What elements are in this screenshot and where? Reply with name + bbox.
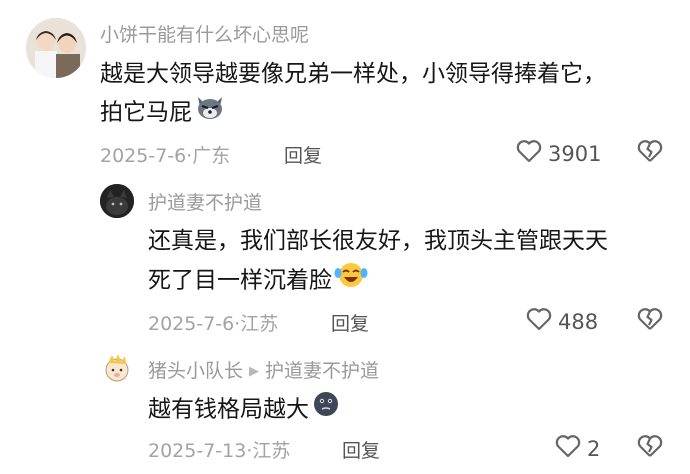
reply-arrow-icon: ▶ <box>249 364 260 379</box>
comment-location: 广东 <box>192 145 231 167</box>
reply-button[interactable]: 回复 <box>284 141 322 168</box>
comment-date: 2025-7-6 <box>148 313 235 335</box>
broken-heart-icon[interactable] <box>637 139 663 167</box>
broken-heart-icon[interactable] <box>637 434 663 462</box>
like-button[interactable]: 488 <box>526 307 598 336</box>
heart-icon <box>555 434 581 463</box>
comment-location: 江苏 <box>252 440 291 462</box>
comment-text-line: 还真是，我们部长很友好，我顶头主管跟天天 <box>148 228 608 254</box>
comment-text-line: 越有钱格局越大 <box>148 396 309 423</box>
like-button[interactable]: 2 <box>555 434 600 463</box>
heart-icon <box>516 139 542 168</box>
wolf-face-emoji <box>194 93 226 133</box>
avatar[interactable] <box>26 18 86 78</box>
comment-text: 还真是，我们部长很友好，我顶头主管跟天天 死了目一样沉着脸 <box>148 222 608 302</box>
dark-face-emoji <box>311 390 341 430</box>
reply-button[interactable]: 回复 <box>342 436 380 463</box>
comment-meta: 2025-7-13·江苏 <box>148 436 290 463</box>
like-count: 3901 <box>548 141 602 166</box>
crying-laughing-emoji <box>334 260 368 302</box>
comment-meta: 2025-7-6·江苏 <box>148 309 278 336</box>
broken-heart-icon[interactable] <box>637 307 663 335</box>
comment-text-line-part: 死了目一样沉着脸 <box>148 267 332 294</box>
avatar[interactable] <box>100 184 134 218</box>
comment-text-line: 死了目一样沉着脸 <box>148 260 608 302</box>
heart-icon <box>526 307 552 336</box>
comment-date: 2025-7-6 <box>100 145 187 167</box>
comment-location: 江苏 <box>240 313 279 335</box>
comment-date: 2025-7-13 <box>148 440 247 462</box>
comment-meta: 2025-7-6·广东 <box>100 141 230 168</box>
comment-username[interactable]: 护道妻不护道 <box>148 188 262 215</box>
like-button[interactable]: 3901 <box>516 139 601 168</box>
comment-username: 猪头小队长 ▶ 护道妻不护道 <box>148 356 379 383</box>
comment-username[interactable]: 小饼干能有什么坏心思呢 <box>100 20 309 47</box>
reply-to-username[interactable]: 护道妻不护道 <box>265 360 379 382</box>
commenter-name[interactable]: 猪头小队长 <box>148 360 243 382</box>
comment-text: 越有钱格局越大 <box>148 390 341 430</box>
like-count: 2 <box>587 436 601 461</box>
comment-text-line: 越是大领导越要像兄弟一样处，小领导得捧着它， <box>100 61 606 87</box>
comment-text-line-part: 拍它马屁 <box>100 99 192 126</box>
like-count: 488 <box>558 309 599 334</box>
comment-text-line: 拍它马屁 <box>100 93 606 133</box>
reply-button[interactable]: 回复 <box>331 309 369 336</box>
comment-text: 越是大领导越要像兄弟一样处，小领导得捧着它， 拍它马屁 <box>100 55 606 133</box>
avatar[interactable] <box>100 351 134 385</box>
